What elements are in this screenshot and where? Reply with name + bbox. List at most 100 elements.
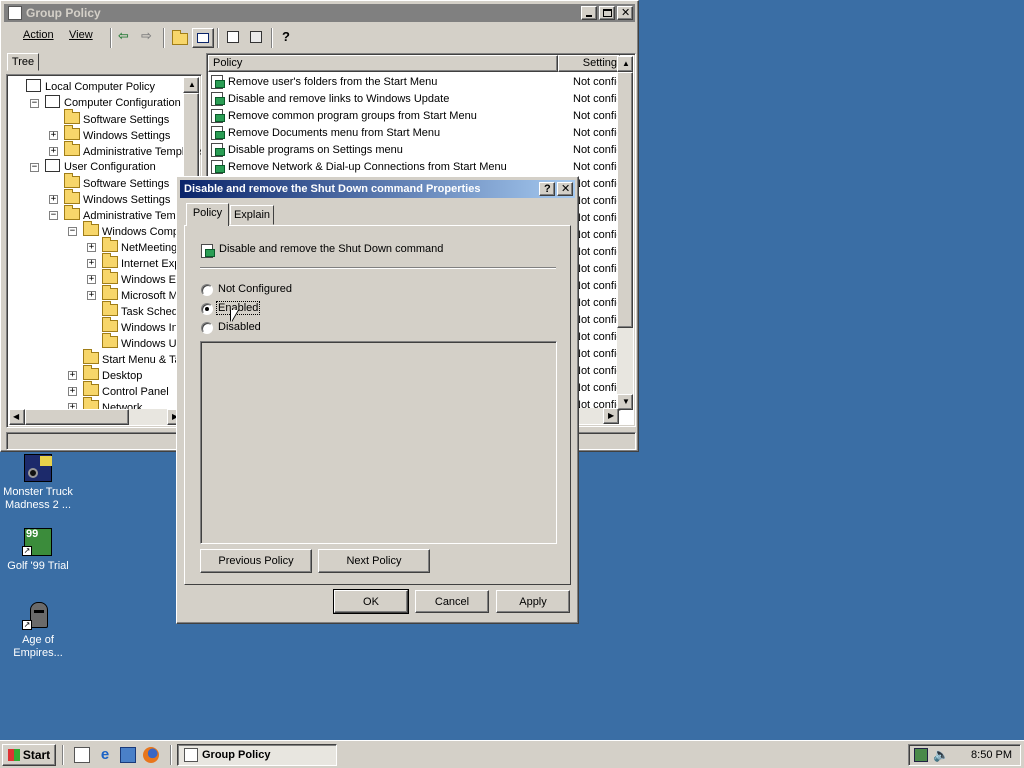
scroll-down-icon: ▼ bbox=[622, 397, 630, 406]
tree-item[interactable]: Windows Settings bbox=[64, 189, 171, 207]
collapse-icon[interactable]: − bbox=[30, 163, 39, 172]
previous-policy-button[interactable]: Previous Policy bbox=[200, 549, 312, 573]
back-button[interactable]: ⇦ bbox=[115, 28, 137, 48]
tree-item[interactable]: Windows Settings bbox=[64, 125, 170, 143]
toolbar-separator bbox=[163, 28, 165, 48]
tree-item[interactable]: NetMeeting bbox=[102, 237, 177, 255]
scroll-down-button[interactable]: ▼ bbox=[617, 394, 633, 410]
policy-icon bbox=[210, 125, 225, 140]
ok-button[interactable]: OK bbox=[333, 589, 409, 614]
export-list-button[interactable] bbox=[246, 28, 268, 48]
tab-explain[interactable]: Explain bbox=[230, 205, 274, 225]
tree-item[interactable]: Control Panel bbox=[83, 381, 169, 399]
help-button[interactable]: ? bbox=[277, 28, 299, 48]
show-hide-tree-button[interactable] bbox=[192, 28, 214, 48]
collapse-icon[interactable]: − bbox=[30, 99, 39, 108]
policy-row[interactable]: Disable programs on Settings menu Not con… bbox=[210, 142, 623, 159]
column-header-setting[interactable]: Setting bbox=[558, 55, 620, 72]
radio-enabled[interactable] bbox=[201, 303, 213, 315]
clock[interactable]: 8:50 PM bbox=[971, 749, 1012, 761]
expand-icon[interactable]: + bbox=[68, 371, 77, 380]
tree-item[interactable]: Software Settings bbox=[64, 109, 169, 127]
radio-label-not-configured[interactable]: Not Configured bbox=[218, 283, 292, 295]
show-desktop-icon[interactable] bbox=[74, 747, 90, 763]
expand-icon[interactable]: + bbox=[87, 243, 96, 252]
help-icon: ? bbox=[282, 29, 290, 44]
policy-name: Remove Documents menu from Start Menu bbox=[228, 127, 441, 139]
menu-action[interactable]: Action bbox=[23, 29, 54, 41]
radio-not-configured[interactable] bbox=[201, 284, 213, 296]
tree-item-label: Local Computer Policy bbox=[45, 81, 156, 93]
dialog-close-button[interactable]: ✕ bbox=[557, 182, 573, 196]
next-policy-button[interactable]: Next Policy bbox=[318, 549, 430, 573]
folder-icon bbox=[102, 237, 118, 252]
policy-row[interactable]: Remove Documents menu from Start Menu Not… bbox=[210, 125, 623, 142]
cancel-button[interactable]: Cancel bbox=[415, 590, 489, 613]
folder-icon bbox=[64, 173, 80, 188]
collapse-icon[interactable]: − bbox=[49, 211, 58, 220]
policy-icon bbox=[210, 74, 225, 89]
column-header-policy[interactable]: Policy bbox=[208, 55, 558, 72]
radio-label-enabled[interactable]: Enabled bbox=[215, 301, 261, 315]
scroll-up-button[interactable]: ▲ bbox=[183, 77, 199, 93]
collapse-icon[interactable]: − bbox=[68, 227, 77, 236]
apply-button[interactable]: Apply bbox=[496, 590, 570, 613]
policy-row[interactable]: Remove Network & Dial-up Connections fro… bbox=[210, 159, 623, 176]
expand-icon[interactable]: + bbox=[49, 147, 58, 156]
folder-icon bbox=[64, 109, 80, 124]
expand-icon[interactable]: + bbox=[87, 291, 96, 300]
volume-icon[interactable]: 🔈 bbox=[933, 747, 949, 763]
expand-icon[interactable]: + bbox=[49, 195, 58, 204]
desktop-icon-golf[interactable]: 99 ↗ Golf '99 Trial bbox=[0, 526, 76, 573]
group-policy-titlebar[interactable]: Group Policy ✕ bbox=[4, 4, 635, 22]
tree-item-label: Computer Configuration bbox=[64, 97, 181, 109]
properties-button[interactable] bbox=[223, 28, 245, 48]
list-vertical-scrollbar[interactable]: ▲ ▼ bbox=[617, 56, 633, 410]
expand-icon[interactable]: + bbox=[87, 259, 96, 268]
internet-explorer-icon[interactable]: e bbox=[97, 747, 113, 763]
tab-policy[interactable]: Policy bbox=[186, 203, 229, 226]
radio-disabled[interactable] bbox=[201, 322, 213, 334]
network-icon[interactable] bbox=[914, 748, 928, 762]
desktop-icon-monster-truck[interactable]: Monster Truck Madness 2 ... bbox=[0, 452, 76, 512]
age-of-empires-icon: ↗ bbox=[22, 600, 54, 632]
expand-icon[interactable]: + bbox=[49, 131, 58, 140]
tree-horizontal-scrollbar[interactable]: ◀ ▶ bbox=[9, 409, 183, 425]
policy-name: Remove common program groups from Start … bbox=[228, 110, 477, 122]
radio-label-disabled[interactable]: Disabled bbox=[218, 321, 261, 333]
tree-item[interactable]: User Configuration bbox=[45, 159, 156, 175]
maximize-button[interactable] bbox=[599, 6, 615, 20]
minimize-icon bbox=[586, 15, 592, 17]
policy-row[interactable]: Remove user's folders from the Start Men… bbox=[210, 74, 623, 91]
up-one-level-button[interactable] bbox=[169, 28, 191, 48]
expand-icon[interactable]: + bbox=[68, 387, 77, 396]
tree-item-label: Windows Settings bbox=[83, 194, 171, 206]
policy-row[interactable]: Remove common program groups from Start … bbox=[210, 108, 623, 125]
tree-item[interactable]: Administrative Templates bbox=[64, 141, 201, 159]
folder-icon bbox=[102, 285, 118, 300]
minimize-button[interactable] bbox=[581, 6, 597, 20]
tree-item[interactable]: Software Settings bbox=[64, 173, 169, 191]
scroll-up-button[interactable]: ▲ bbox=[617, 56, 633, 72]
forward-button[interactable]: ⇨ bbox=[138, 28, 160, 48]
scroll-right-button[interactable]: ▶ bbox=[603, 408, 619, 424]
scroll-thumb[interactable] bbox=[617, 72, 633, 328]
expand-icon[interactable]: + bbox=[87, 275, 96, 284]
scroll-left-button[interactable]: ◀ bbox=[9, 409, 25, 425]
taskbar-button-group-policy[interactable]: Group Policy bbox=[177, 744, 337, 766]
firefox-icon[interactable] bbox=[143, 747, 159, 763]
folder-icon bbox=[102, 269, 118, 284]
dialog-help-button[interactable]: ? bbox=[539, 182, 555, 196]
scroll-thumb[interactable] bbox=[25, 409, 129, 425]
tab-tree[interactable]: Tree bbox=[7, 53, 39, 71]
start-button[interactable]: Start bbox=[2, 744, 56, 766]
policy-name: Disable programs on Settings menu bbox=[228, 144, 403, 156]
outlook-express-icon[interactable] bbox=[120, 747, 136, 763]
close-button[interactable]: ✕ bbox=[617, 6, 633, 20]
menu-view[interactable]: View bbox=[69, 29, 93, 41]
tree-item[interactable]: Local Computer Policy bbox=[26, 79, 155, 95]
policy-name: Remove Network & Dial-up Connections fro… bbox=[228, 161, 507, 173]
dialog-titlebar[interactable]: Disable and remove the Shut Down command… bbox=[180, 180, 575, 198]
policy-row[interactable]: Disable and remove links to Windows Upda… bbox=[210, 91, 623, 108]
desktop-icon-age-of-empires[interactable]: ↗ Age of Empires... bbox=[0, 600, 76, 660]
